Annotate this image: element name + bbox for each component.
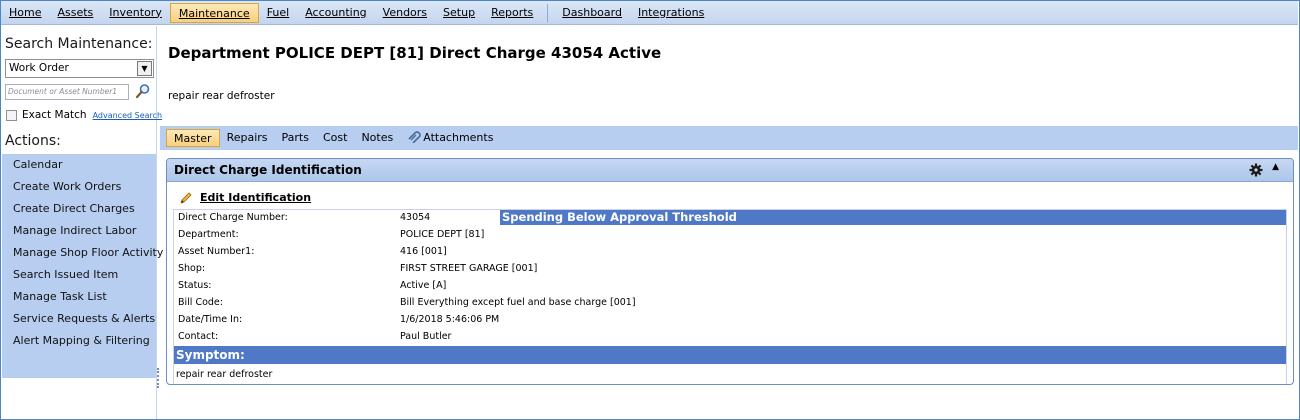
search-type-value: Work Order bbox=[9, 62, 69, 74]
menu-vendors[interactable]: Vendors bbox=[375, 3, 435, 23]
field-label: Contact: bbox=[178, 331, 219, 342]
splitter-grip[interactable] bbox=[157, 368, 160, 388]
identification-details: Spending Below Approval Threshold Direct… bbox=[173, 209, 1287, 384]
search-input[interactable]: Document or Asset Number1 bbox=[5, 84, 129, 100]
edit-identification-link[interactable]: Edit Identification bbox=[180, 191, 311, 204]
field-row: Contact: Paul Butler bbox=[178, 329, 451, 345]
field-row: Date/Time In: 1/6/2018 5:46:06 PM bbox=[178, 312, 499, 328]
symptom-header: Symptom: bbox=[174, 346, 1286, 364]
tab-attachments-label: Attachments bbox=[423, 131, 494, 144]
main-menu-bar: Home Assets Inventory Maintenance Fuel A… bbox=[1, 1, 1298, 25]
field-label: Bill Code: bbox=[178, 297, 223, 308]
advanced-search-link[interactable]: Advanced Search bbox=[93, 111, 163, 120]
field-label: Shop: bbox=[178, 263, 206, 274]
action-alert-mapping-filtering[interactable]: Alert Mapping & Filtering bbox=[2, 330, 156, 352]
search-icon[interactable] bbox=[135, 83, 151, 99]
tab-bar: Master Repairs Parts Cost Notes Attachme… bbox=[160, 126, 1298, 150]
field-label: Direct Charge Number: bbox=[178, 212, 288, 223]
chevron-down-icon[interactable]: ▼ bbox=[137, 61, 152, 76]
menu-assets[interactable]: Assets bbox=[49, 3, 101, 23]
panel-header: Direct Charge Identification ▲ bbox=[167, 159, 1293, 182]
field-row: Department: POLICE DEPT [81] bbox=[178, 227, 484, 243]
field-value: 1/6/2018 5:46:06 PM bbox=[400, 314, 500, 325]
menu-fuel[interactable]: Fuel bbox=[259, 3, 298, 23]
collapse-icon[interactable]: ▲ bbox=[1272, 162, 1279, 172]
menu-integrations[interactable]: Integrations bbox=[630, 3, 712, 23]
field-label: Asset Number1: bbox=[178, 246, 255, 257]
field-value: 416 [001] bbox=[400, 246, 447, 257]
page-title: Department POLICE DEPT [81] Direct Charg… bbox=[168, 44, 662, 62]
action-create-direct-charges[interactable]: Create Direct Charges bbox=[2, 198, 156, 220]
field-row: Direct Charge Number: 43054 bbox=[178, 210, 430, 226]
menu-home[interactable]: Home bbox=[1, 3, 49, 23]
symptom-text: repair rear defroster bbox=[176, 369, 273, 380]
field-value: Bill Everything except fuel and base cha… bbox=[400, 297, 636, 308]
tab-master[interactable]: Master bbox=[166, 129, 220, 147]
left-sidebar: Search Maintenance: Work Order ▼ Documen… bbox=[1, 26, 163, 419]
menu-separator bbox=[547, 3, 549, 22]
field-row: Status: Active [A] bbox=[178, 278, 446, 294]
menu-maintenance[interactable]: Maintenance bbox=[169, 2, 259, 23]
actions-list: Calendar Create Work Orders Create Direc… bbox=[2, 154, 163, 378]
field-label: Department: bbox=[178, 229, 239, 240]
menu-accounting[interactable]: Accounting bbox=[297, 3, 374, 23]
exact-match-row: Exact Match Advanced Search bbox=[6, 109, 162, 121]
exact-match-checkbox[interactable] bbox=[6, 109, 17, 121]
field-value: Paul Butler bbox=[400, 331, 452, 342]
field-value: 43054 bbox=[400, 212, 431, 223]
exact-match-label: Exact Match bbox=[22, 109, 87, 121]
search-title: Search Maintenance: bbox=[5, 36, 153, 52]
field-row: Asset Number1: 416 [001] bbox=[178, 244, 447, 260]
action-manage-task-list[interactable]: Manage Task List bbox=[2, 286, 156, 308]
menu-setup[interactable]: Setup bbox=[435, 3, 483, 23]
menu-reports[interactable]: Reports bbox=[483, 3, 541, 23]
threshold-banner: Spending Below Approval Threshold bbox=[500, 210, 1286, 225]
field-value: FIRST STREET GARAGE [001] bbox=[400, 263, 538, 274]
tab-parts[interactable]: Parts bbox=[275, 129, 316, 147]
field-label: Date/Time In: bbox=[178, 314, 243, 325]
edit-identification-label: Edit Identification bbox=[200, 191, 312, 204]
search-type-select[interactable]: Work Order ▼ bbox=[5, 59, 154, 78]
action-manage-indirect-labor[interactable]: Manage Indirect Labor bbox=[2, 220, 156, 242]
tab-notes[interactable]: Notes bbox=[354, 129, 400, 147]
menu-dashboard[interactable]: Dashboard bbox=[554, 3, 630, 23]
actions-title: Actions: bbox=[5, 133, 61, 149]
pencil-icon bbox=[180, 191, 192, 204]
tab-cost[interactable]: Cost bbox=[316, 129, 354, 147]
action-service-requests-alerts[interactable]: Service Requests & Alerts bbox=[2, 308, 156, 330]
field-value: Active [A] bbox=[400, 280, 447, 291]
tab-attachments[interactable]: Attachments bbox=[400, 129, 500, 147]
field-value: POLICE DEPT [81] bbox=[400, 229, 485, 240]
gear-icon[interactable] bbox=[1249, 163, 1263, 177]
panel-title: Direct Charge Identification bbox=[174, 163, 362, 177]
action-manage-shop-floor-activity[interactable]: Manage Shop Floor Activity bbox=[2, 242, 163, 264]
field-row: Shop: FIRST STREET GARAGE [001] bbox=[178, 261, 537, 277]
tab-repairs[interactable]: Repairs bbox=[220, 129, 275, 147]
paperclip-icon bbox=[408, 131, 422, 143]
action-search-issued-item[interactable]: Search Issued Item bbox=[2, 264, 156, 286]
menu-inventory[interactable]: Inventory bbox=[101, 3, 170, 23]
field-label: Status: bbox=[178, 280, 212, 291]
action-create-work-orders[interactable]: Create Work Orders bbox=[2, 176, 156, 198]
action-calendar[interactable]: Calendar bbox=[2, 154, 156, 176]
direct-charge-identification-panel: Direct Charge Identification ▲ Edit Iden… bbox=[166, 158, 1294, 385]
page-description: repair rear defroster bbox=[168, 90, 275, 102]
field-row: Bill Code: Bill Everything except fuel an… bbox=[178, 295, 636, 311]
